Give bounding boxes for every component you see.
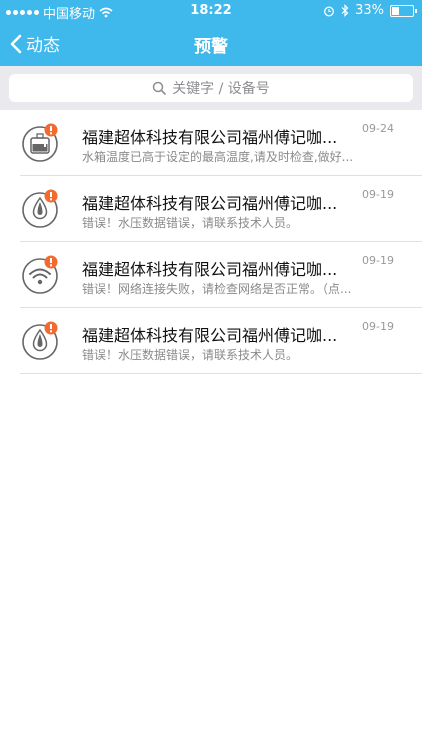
water-drop-alert-icon	[22, 321, 58, 360]
wifi-alert-icon	[22, 255, 58, 294]
alert-date: 09-19	[362, 320, 394, 333]
alert-message: 错误！水压数据错误，请联系技术人员。	[82, 348, 299, 362]
alert-date: 09-19	[362, 254, 394, 267]
bluetooth-icon	[341, 4, 349, 17]
alert-list-item[interactable]: 福建超体科技有限公司福州傅记咖... 错误！网络连接失败，请检查网络是否正常。（…	[0, 242, 422, 308]
alert-list-item[interactable]: 福建超体科技有限公司福州傅记咖... 水箱温度已高于设定的最高温度,请及时检查,…	[0, 110, 422, 176]
page-title: 预警	[194, 37, 228, 57]
search-placeholder: 关键字 / 设备号	[172, 81, 270, 97]
battery-icon	[390, 4, 417, 17]
alert-message: 错误！水压数据错误，请联系技术人员。	[82, 216, 299, 230]
alert-list-item[interactable]: 福建超体科技有限公司福州傅记咖... 错误！水压数据错误，请联系技术人员。 09…	[0, 176, 422, 242]
alert-list: 福建超体科技有限公司福州傅记咖... 水箱温度已高于设定的最高温度,请及时检查,…	[0, 110, 422, 374]
battery-percentage: 33%	[355, 3, 384, 18]
alarm-clock-icon	[324, 6, 335, 16]
alert-title: 福建超体科技有限公司福州傅记咖...	[82, 326, 338, 345]
water-drop-alert-icon	[22, 189, 58, 228]
alert-title: 福建超体科技有限公司福州傅记咖...	[82, 128, 338, 147]
status-bar: 中国移动 18:22 33%	[0, 0, 422, 22]
top-bar: 中国移动 18:22 33% 动态 预警	[0, 0, 422, 66]
alert-date: 09-24	[362, 122, 394, 135]
search-icon	[152, 81, 166, 95]
alert-list-item[interactable]: 福建超体科技有限公司福州傅记咖... 错误！水压数据错误，请联系技术人员。 09…	[0, 308, 422, 374]
alert-date: 09-19	[362, 188, 394, 201]
alert-message: 错误！网络连接失败，请检查网络是否正常。（点...	[82, 282, 352, 296]
alert-title: 福建超体科技有限公司福州傅记咖...	[82, 260, 338, 279]
water-tank-alert-icon	[22, 123, 58, 162]
search-input[interactable]: 关键字 / 设备号	[9, 74, 413, 102]
navigation-bar: 动态 预警	[0, 22, 422, 66]
search-bar: 关键字 / 设备号	[0, 66, 422, 110]
row-divider	[20, 373, 422, 374]
alert-title: 福建超体科技有限公司福州傅记咖...	[82, 194, 338, 213]
alert-message: 水箱温度已高于设定的最高温度,请及时检查,做好...	[82, 150, 354, 164]
